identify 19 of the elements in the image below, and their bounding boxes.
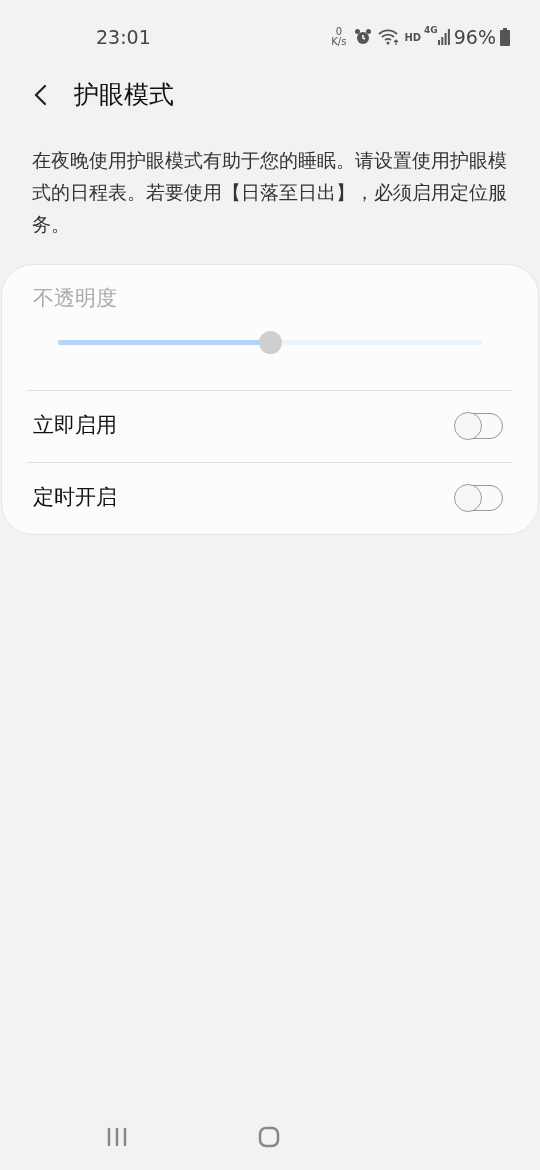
toggle-switch[interactable] [455,413,503,439]
network-type: 4G [424,24,438,37]
toggle-label: 定时开启 [33,484,117,512]
alarm-icon [354,28,373,46]
net-speed-unit: K/s [331,37,347,47]
home-icon[interactable] [258,1126,280,1148]
hd-indicator: HD [404,30,422,45]
description-text: 在夜晚使用护眼模式有助于您的睡眠。请设置使用护眼模式的日程表。若要使用【日落至日出】，必须启用定位服务。 [32,148,508,237]
battery-percentage: 96% [453,24,496,50]
recent-apps-icon[interactable] [106,1127,128,1147]
status-time: 23:01 [96,24,151,50]
signal-icon [437,29,450,45]
net-speed-value: 0 [335,27,343,37]
toggle-switch[interactable] [455,485,503,511]
opacity-label: 不透明度 [33,285,118,312]
toggle-label: 立即启用 [33,412,117,440]
wifi-icon [378,29,401,45]
page-title: 护眼模式 [74,79,174,112]
battery-icon [500,28,510,46]
